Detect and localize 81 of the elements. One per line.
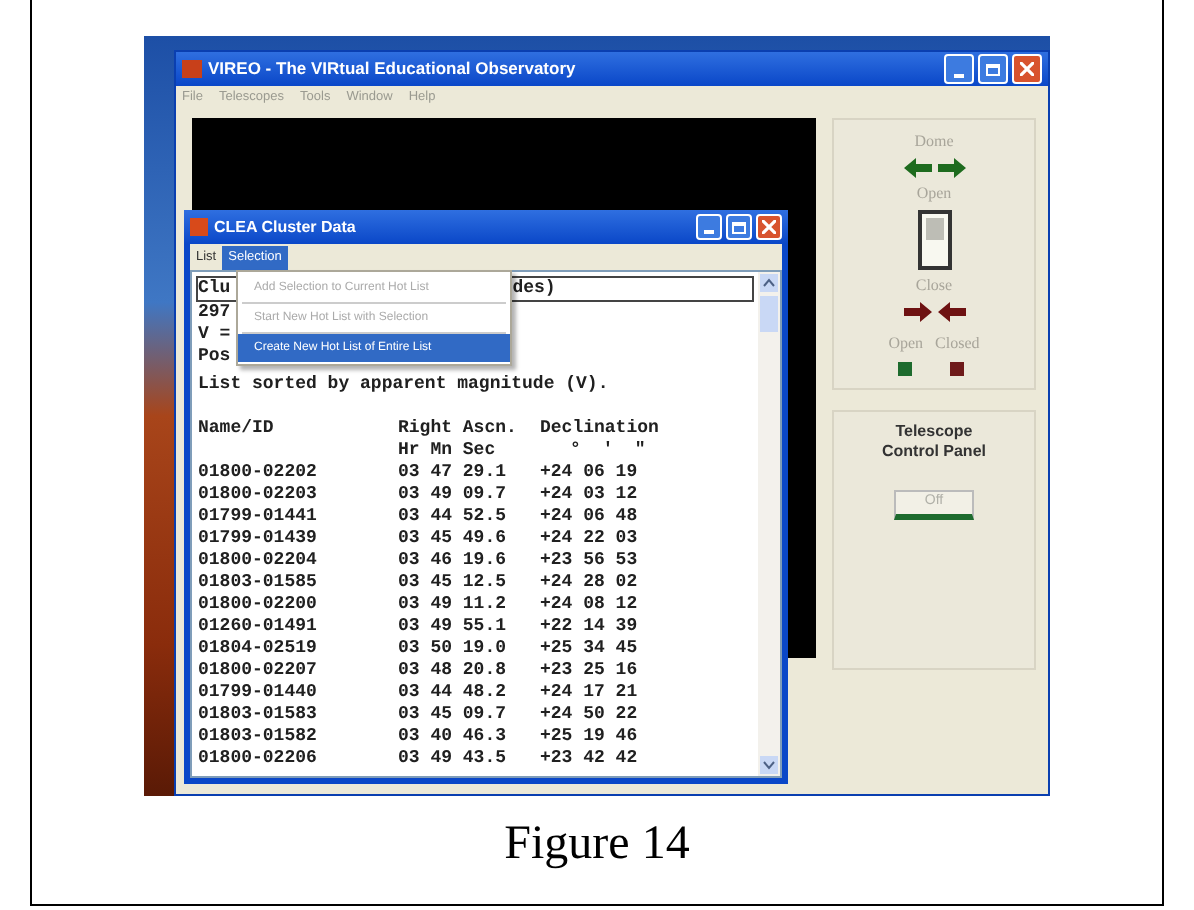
scrollbar[interactable]: [758, 272, 780, 776]
table-cell: 03 45 09.7: [398, 704, 507, 726]
table-cell: 03 40 46.3: [398, 726, 507, 748]
close-label: Close: [915, 274, 953, 298]
close-button[interactable]: [756, 214, 782, 240]
indicator-label: Open: [888, 332, 924, 356]
app-icon: [190, 218, 208, 236]
right-arrow-icon: [903, 302, 931, 322]
table-cell: 03 50 19.0: [398, 638, 507, 660]
table-cell: 03 44 48.2: [398, 682, 507, 704]
table-cell: 01800-02207: [198, 660, 317, 682]
scroll-up-icon[interactable]: [760, 274, 778, 292]
table-cell: 01799-01440: [198, 682, 317, 704]
table-cell: +23 25 16: [540, 660, 638, 682]
table-cell: +24 17 21: [540, 682, 638, 704]
table-cell: +24 28 02: [540, 572, 638, 594]
figure-caption: Figure 14: [504, 816, 690, 874]
table-cell: 01803-01582: [198, 726, 317, 748]
table-cell: +25 34 45: [540, 638, 638, 660]
dome-switch[interactable]: [917, 210, 951, 270]
column-header: Declination: [540, 418, 659, 440]
unit-label: ° ' ": [568, 440, 646, 462]
text-line: des): [512, 278, 556, 300]
table-cell: +25 19 46: [540, 726, 638, 748]
maximize-button[interactable]: [978, 54, 1008, 84]
table-cell: 01260-01491: [198, 616, 317, 638]
text-line: Clu: [198, 278, 231, 300]
table-cell: 01800-02202: [198, 462, 317, 484]
table-cell: 01799-01439: [198, 528, 317, 550]
indicator-label: Closed: [935, 332, 980, 356]
table-cell: 01800-02203: [198, 484, 317, 506]
table-cell: 01804-02519: [198, 638, 317, 660]
table-cell: 01800-02206: [198, 748, 317, 770]
dome-label: Dome: [914, 130, 954, 154]
minimize-button[interactable]: [944, 54, 974, 84]
table-cell: +24 08 12: [540, 594, 638, 616]
close-icon: [762, 220, 776, 234]
table-cell: +22 14 39: [540, 616, 638, 638]
right-arrow-icon: [937, 158, 965, 178]
window-title: VIREO - The VIRtual Educational Observatory: [208, 56, 578, 82]
minimize-button[interactable]: [696, 214, 722, 240]
app-icon: [182, 60, 202, 78]
table-cell: 03 49 09.7: [398, 484, 507, 506]
table-cell: 01803-01583: [198, 704, 317, 726]
left-arrow-icon: [903, 158, 931, 178]
table-cell: 03 44 52.5: [398, 506, 507, 528]
text-line: V =: [198, 324, 231, 346]
unit-label: Hr Mn Sec: [398, 440, 496, 462]
table-cell: 01800-02200: [198, 594, 317, 616]
left-arrow-icon: [937, 302, 965, 322]
table-cell: 03 48 20.8: [398, 660, 507, 682]
table-cell: +23 56 53: [540, 550, 638, 572]
table-cell: 03 49 43.5: [398, 748, 507, 770]
table-cell: +23 42 42: [540, 748, 638, 770]
table-cell: 03 49 11.2: [398, 594, 507, 616]
table-cell: 01803-01585: [198, 572, 317, 594]
scroll-thumb[interactable]: [760, 296, 778, 332]
table-cell: +24 22 03: [540, 528, 638, 550]
close-icon: [1020, 62, 1034, 76]
window-title: CLEA Cluster Data: [214, 215, 358, 239]
maximize-button[interactable]: [726, 214, 752, 240]
table-cell: 01799-01441: [198, 506, 317, 528]
table-cell: +24 06 48: [540, 506, 638, 528]
table-cell: +24 06 19: [540, 462, 638, 484]
table-cell: 01800-02204: [198, 550, 317, 572]
open-label: Open: [916, 182, 952, 206]
text-line: Pos: [198, 346, 231, 368]
table-cell: 03 45 49.6: [398, 528, 507, 550]
scroll-down-icon[interactable]: [760, 756, 778, 774]
table-cell: +24 03 12: [540, 484, 638, 506]
sort-note: List sorted by apparent magnitude (V).: [198, 374, 609, 396]
text-line: 297: [198, 302, 231, 324]
column-header: Name/ID: [198, 418, 274, 440]
panel-title: Telescope Control Panel: [879, 422, 988, 462]
column-header: Right Ascn.: [398, 418, 517, 440]
table-cell: 03 49 55.1: [398, 616, 507, 638]
table-cell: 03 47 29.1: [398, 462, 507, 484]
table-cell: 03 46 19.6: [398, 550, 507, 572]
table-cell: 03 45 12.5: [398, 572, 507, 594]
close-button[interactable]: [1012, 54, 1042, 84]
table-cell: +24 50 22: [540, 704, 638, 726]
